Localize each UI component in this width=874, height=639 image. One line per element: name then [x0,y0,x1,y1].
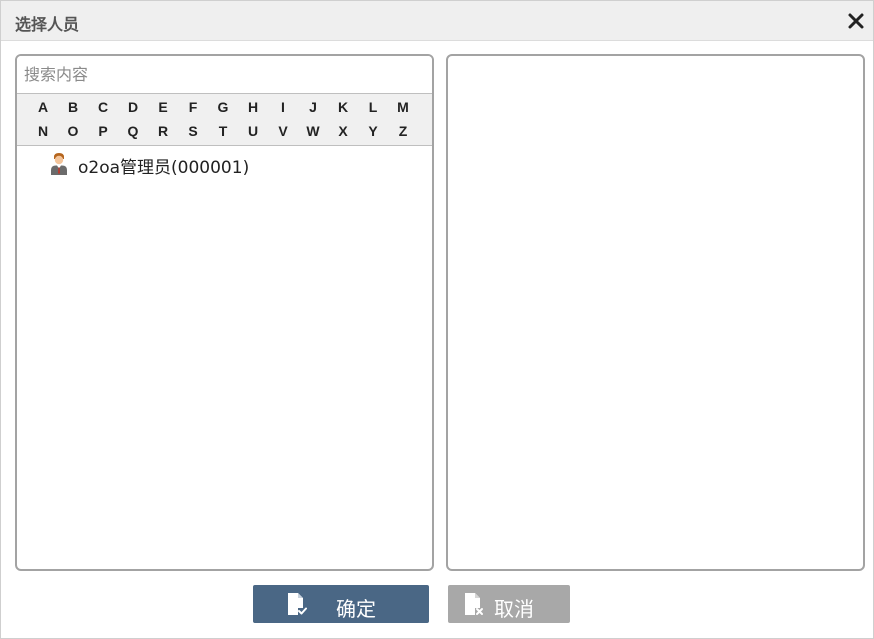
alphabet-row-2: N O P Q R S T U V W X Y Z [28,119,418,143]
alpha-letter-v[interactable]: V [268,119,298,143]
alpha-letter-d[interactable]: D [118,95,148,119]
alpha-letter-s[interactable]: S [178,119,208,143]
select-person-dialog: 选择人员 A B C D E F G H I J K L M [0,0,874,639]
alpha-letter-b[interactable]: B [58,95,88,119]
alpha-letter-m[interactable]: M [388,95,418,119]
alpha-letter-q[interactable]: Q [118,119,148,143]
available-people-panel: A B C D E F G H I J K L M N O P Q R S [15,54,434,571]
person-icon [50,153,68,175]
search-input[interactable] [17,56,432,94]
alpha-letter-p[interactable]: P [88,119,118,143]
alpha-letter-t[interactable]: T [208,119,238,143]
alpha-letter-y[interactable]: Y [358,119,388,143]
confirm-button-label: 确定 [336,597,376,621]
alphabet-filter-bar: A B C D E F G H I J K L M N O P Q R S T … [17,94,432,146]
alpha-letter-c[interactable]: C [88,95,118,119]
confirm-button[interactable]: 确定 [253,585,429,623]
alpha-letter-r[interactable]: R [148,119,178,143]
alpha-letter-z[interactable]: Z [388,119,418,143]
alpha-letter-u[interactable]: U [238,119,268,143]
list-item[interactable]: o2oa管理员(000001) [17,148,432,178]
alpha-letter-f[interactable]: F [178,95,208,119]
alpha-letter-h[interactable]: H [238,95,268,119]
person-name: o2oa管理员(000001) [78,158,250,178]
dialog-title: 选择人员 [15,15,80,34]
alpha-letter-e[interactable]: E [148,95,178,119]
alpha-letter-a[interactable]: A [28,95,58,119]
alpha-letter-j[interactable]: J [298,95,328,119]
alpha-letter-x[interactable]: X [328,119,358,143]
selected-people-panel [446,54,865,571]
close-icon[interactable] [847,12,865,30]
person-list: o2oa管理员(000001) [17,148,432,178]
cancel-button[interactable]: 取消 [448,585,570,623]
alpha-letter-k[interactable]: K [328,95,358,119]
dialog-titlebar[interactable]: 选择人员 [1,1,873,41]
alphabet-row-1: A B C D E F G H I J K L M [28,95,418,119]
document-check-icon [287,592,307,616]
alpha-letter-o[interactable]: O [58,119,88,143]
document-cancel-icon [464,592,484,616]
alpha-letter-w[interactable]: W [298,119,328,143]
cancel-button-label: 取消 [494,597,534,621]
alpha-letter-i[interactable]: I [268,95,298,119]
alpha-letter-l[interactable]: L [358,95,388,119]
alpha-letter-g[interactable]: G [208,95,238,119]
alpha-letter-n[interactable]: N [28,119,58,143]
